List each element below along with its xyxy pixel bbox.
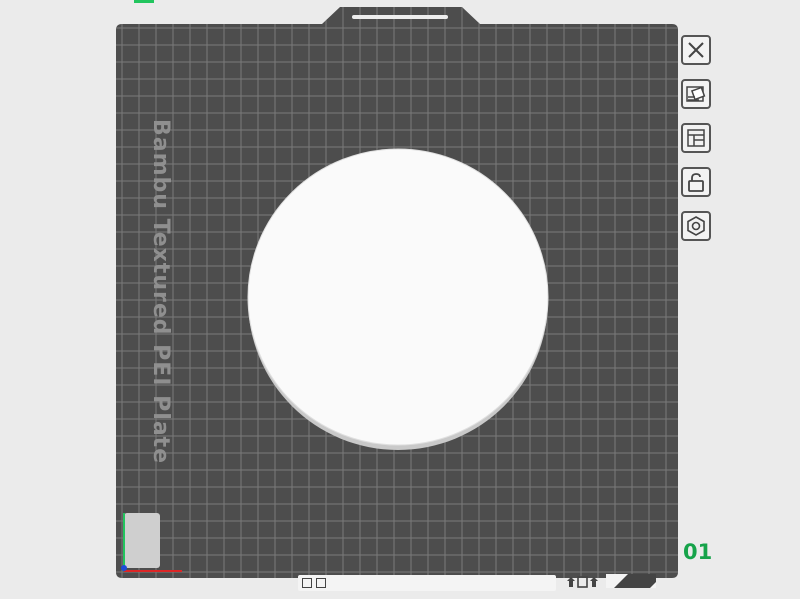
unlock-icon — [688, 173, 704, 192]
plate-bottom-icons — [565, 575, 601, 589]
plate-type-label: Bambu Textured PEI Plate — [148, 119, 173, 465]
arrange-button[interactable] — [681, 79, 711, 109]
plate-handle — [352, 15, 448, 19]
layout-icon — [687, 129, 705, 147]
arrange-icon — [686, 86, 706, 102]
build-plate[interactable]: Bambu Textured PEI Plate — [0, 0, 800, 599]
image-icon — [316, 578, 326, 588]
grid-icon — [302, 578, 312, 588]
object-icons — [567, 576, 598, 588]
lock-button[interactable] — [681, 167, 711, 197]
close-icon — [688, 42, 704, 58]
plate-info-strip — [298, 575, 556, 591]
plate-toolbar — [681, 35, 715, 255]
close-button[interactable] — [681, 35, 711, 65]
plate-settings-button[interactable] — [681, 123, 711, 153]
plate-number: 01 — [683, 540, 713, 564]
plate-corner-tab — [606, 574, 656, 588]
settings-button[interactable] — [681, 211, 711, 241]
origin-pad — [124, 513, 160, 568]
round-object[interactable] — [247, 148, 549, 446]
origin-point — [121, 565, 127, 571]
hex-nut-icon — [687, 216, 705, 236]
plate-canvas[interactable] — [0, 0, 800, 599]
